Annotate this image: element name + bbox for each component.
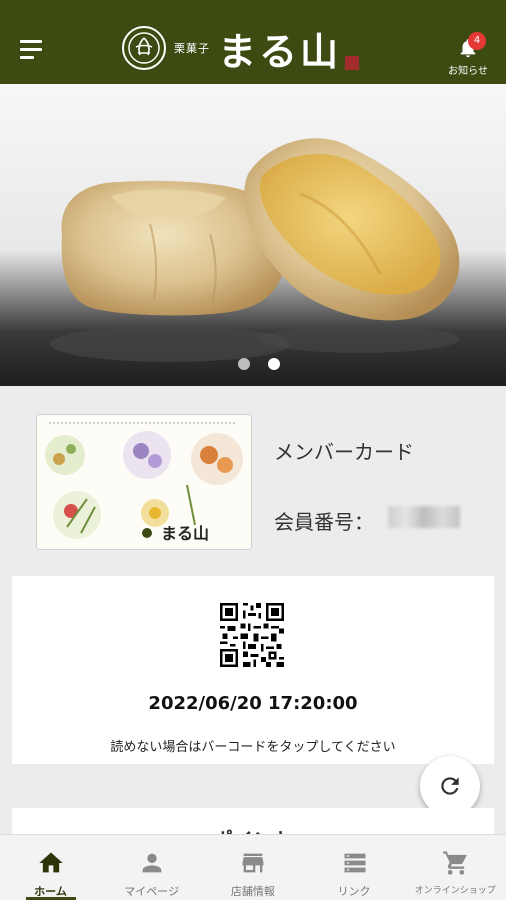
member-card-title: メンバーカード [274,440,414,464]
carousel-indicators [238,358,280,370]
notifications-button[interactable]: 4 お知らせ [444,32,492,78]
svg-text:まる山: まる山 [161,524,209,543]
bottom-tab-bar: ホーム マイページ 店舗情報 リンク オンラインショップ [0,834,506,900]
member-card-image[interactable]: まる山 [36,414,252,550]
tab-label: マイページ [124,885,180,898]
tab-label: リンク [337,885,371,898]
member-number-label: 会員番号： [274,510,374,534]
notification-label: お知らせ [448,66,488,77]
member-number-redacted [388,506,460,528]
menu-icon[interactable] [20,40,44,60]
brand-logo: 栗菓子 まる山 [122,24,360,74]
tab-home[interactable]: ホーム [0,835,101,900]
tab-online-shop[interactable]: オンラインショップ [405,835,506,900]
tab-label: オンラインショップ [414,886,496,896]
chestnut-crest-icon [122,26,166,70]
app-header: 栗菓子 まる山 4 お知らせ [0,0,506,84]
carousel-dot[interactable] [238,358,250,370]
store-icon [239,849,267,877]
logo-subtitle: 栗菓子 [174,42,210,55]
logo-wordmark: まる山 [218,28,342,74]
cart-icon [442,849,470,877]
refresh-icon [441,777,459,795]
chestnut-pastry-image [50,138,460,362]
tab-label: 店舗情報 [230,885,275,898]
refresh-button[interactable] [420,756,480,816]
tab-links[interactable]: リンク [304,835,405,900]
hero-carousel[interactable] [0,84,506,386]
notification-badge: 4 [468,32,486,50]
list-icon [341,849,369,877]
qr-code[interactable] [220,603,284,667]
carousel-dot-active[interactable] [268,358,280,370]
person-icon [138,849,166,877]
qr-code-panel: 2022/06/20 17:20:00 読めない場合はバーコードをタップしてくだ… [12,576,494,764]
tab-store-info[interactable]: 店舗情報 [202,835,303,900]
qr-timestamp: 2022/06/20 17:20:00 [148,693,358,714]
home-icon [37,849,65,877]
qr-hint-text: 読めない場合はバーコードをタップしてください [110,740,396,755]
floral-card-illustration: まる山 [37,415,251,549]
logo-seal [345,56,360,70]
tab-mypage[interactable]: マイページ [101,835,202,900]
